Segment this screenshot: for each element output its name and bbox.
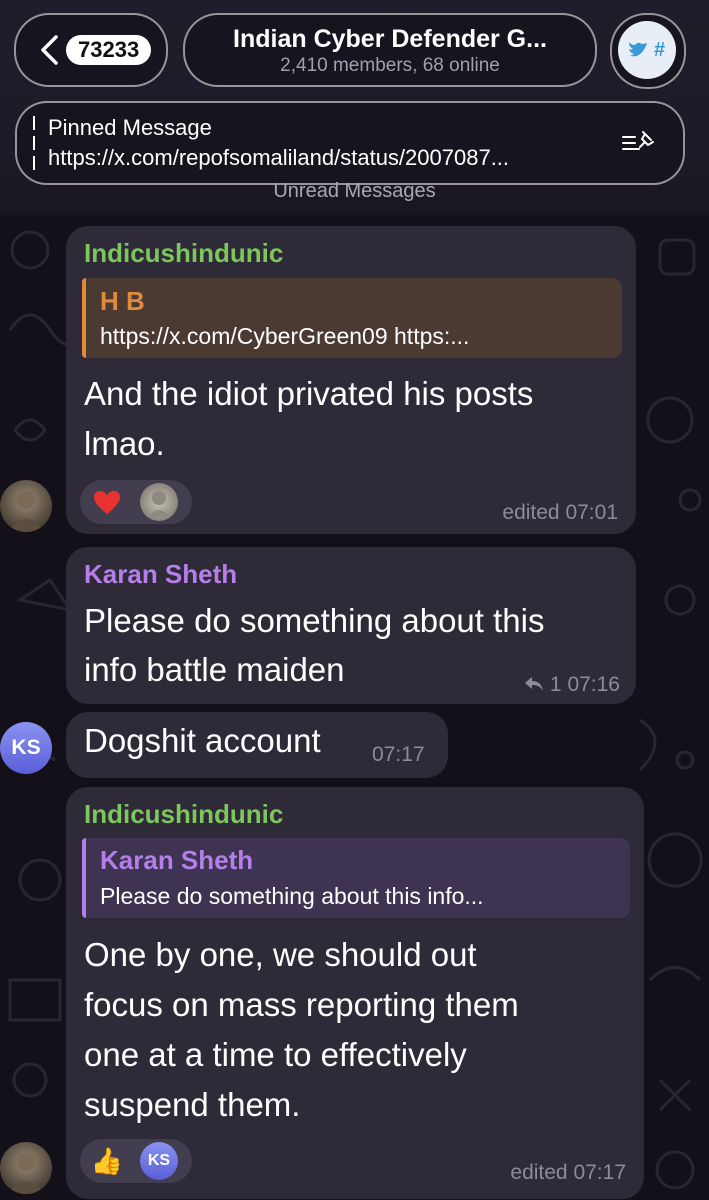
reactions-bar[interactable] [80, 480, 192, 524]
reply-sender: Karan Sheth [100, 845, 254, 875]
message-bubble[interactable]: Indicushindunic H B https://x.com/CyberG… [66, 226, 636, 534]
heart-reaction-icon[interactable] [88, 483, 126, 521]
reply-count: 1 [549, 673, 562, 696]
message-text-line: suspend them. [84, 1086, 301, 1123]
sender-avatar[interactable] [0, 1142, 52, 1194]
reply-quote[interactable]: H B https://x.com/CyberGreen09 https:... [82, 278, 622, 358]
message-text-line: lmao. [84, 425, 165, 462]
thumbs-up-reaction-icon[interactable]: 👍 [88, 1142, 126, 1180]
unread-messages-divider: Unread Messages [273, 180, 436, 202]
sender-avatar-ks[interactable]: KS [0, 722, 52, 774]
reactor-avatar [140, 483, 178, 521]
reactor-avatar: KS [140, 1142, 178, 1180]
pinned-label: Pinned Message [48, 115, 212, 140]
message-timestamp: 07:16 [567, 673, 620, 696]
message-text-line: And the idiot privated his posts [84, 375, 534, 412]
message-text: Dogshit account [84, 722, 321, 759]
message-bubble[interactable]: Dogshit account 07:17 [66, 712, 448, 778]
chat-title-button[interactable]: Indian Cyber Defender G... 2,410 members… [183, 13, 597, 87]
pinned-indicator [33, 116, 35, 170]
message-text-line: Please do something about this [84, 602, 545, 639]
pin-list-icon[interactable] [621, 129, 657, 157]
back-button[interactable]: 73233 [14, 13, 168, 87]
reactions-bar[interactable]: 👍 KS [80, 1139, 192, 1183]
message-bubble[interactable]: Indicushindunic Karan Sheth Please do so… [66, 787, 644, 1199]
message-text-line: one at a time to effectively [84, 1036, 467, 1073]
message-timestamp: edited 07:17 [510, 1161, 626, 1184]
message-text-line: One by one, we should out [84, 936, 477, 973]
message-meta: 1 07:16 [524, 673, 620, 697]
message-text-line: focus on mass reporting them [84, 986, 519, 1023]
sender-name[interactable]: Indicushindunic [84, 238, 283, 268]
avatar-icon [8, 491, 44, 532]
group-avatar-symbol: # [654, 39, 666, 61]
top-bar: 73233 Indian Cyber Defender G... 2,410 m… [0, 0, 709, 215]
bird-icon [629, 42, 647, 57]
avatar-icon [148, 491, 170, 517]
group-avatar: # [618, 21, 676, 79]
avatar-icon [8, 1153, 44, 1194]
unread-count-badge: 73233 [66, 35, 152, 65]
reply-arrow-icon [525, 677, 544, 691]
pinned-text: https://x.com/repofsomaliland/status/200… [48, 145, 510, 170]
reply-quote[interactable]: Karan Sheth Please do something about th… [82, 838, 630, 918]
sender-avatar[interactable] [0, 480, 52, 532]
reply-text: Please do something about this info... [100, 883, 484, 909]
message-text-line: info battle maiden [84, 651, 345, 688]
reply-text: https://x.com/CyberGreen09 https:... [100, 323, 470, 349]
message-timestamp: 07:17 [372, 743, 425, 766]
reply-sender: H B [100, 286, 145, 316]
chat-subtitle: 2,410 members, 68 online [280, 55, 500, 76]
sender-name[interactable]: Karan Sheth [84, 559, 237, 589]
message-bubble[interactable]: Karan Sheth Please do something about th… [66, 547, 636, 704]
pinned-message-bar[interactable]: Pinned Message https://x.com/repofsomali… [15, 101, 685, 185]
chat-title: Indian Cyber Defender G... [233, 25, 547, 53]
group-avatar-button[interactable]: # [610, 13, 686, 89]
chevron-left-icon [41, 35, 58, 65]
message-timestamp: edited 07:01 [502, 501, 618, 524]
sender-name[interactable]: Indicushindunic [84, 799, 283, 829]
